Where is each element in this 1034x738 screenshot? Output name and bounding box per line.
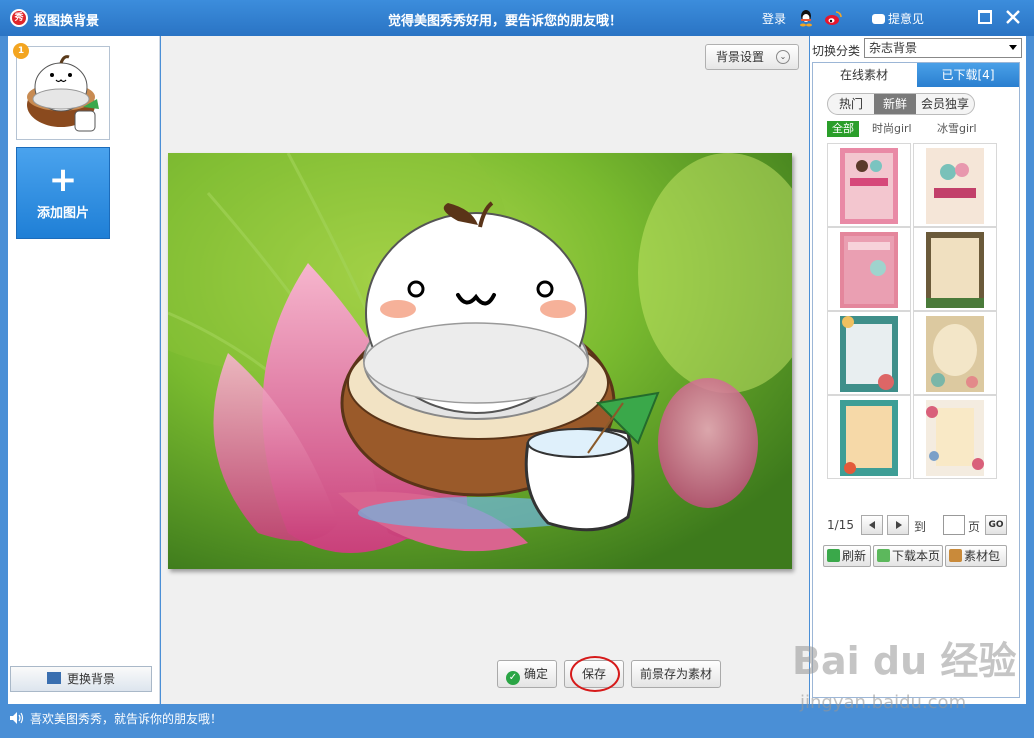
- page-number-input[interactable]: [943, 515, 965, 535]
- package-icon: [949, 549, 962, 562]
- refresh-button[interactable]: 刷新: [823, 545, 871, 567]
- go-button[interactable]: GO: [985, 515, 1007, 535]
- slogan-text: 觉得美图秀秀好用，要告诉您的朋友哦！: [387, 14, 622, 29]
- material-package-button[interactable]: 素材包: [945, 545, 1007, 567]
- material-thumbnail[interactable]: [827, 143, 911, 227]
- chat-bubble-icon: [872, 14, 885, 24]
- material-thumbnail[interactable]: [913, 311, 997, 395]
- material-subtabs: 热门 新鲜 会员独享: [827, 93, 975, 115]
- floral-teal-card: [840, 316, 898, 392]
- category-label: 切换分类: [812, 44, 861, 58]
- chevron-right-icon: [896, 521, 902, 529]
- change-background-button[interactable]: 更换背景: [10, 666, 152, 692]
- lotus-background-with-coconut-character: [168, 153, 792, 569]
- feedback-label: 提意见: [888, 12, 925, 26]
- plus-icon: +: [48, 160, 78, 200]
- download-icon: [877, 549, 890, 562]
- page-indicator: 1/15: [827, 518, 854, 532]
- chevron-left-icon: [869, 521, 875, 529]
- subtab-vip[interactable]: 会员独享: [916, 94, 974, 114]
- coconut-character-thumbnail: [27, 55, 99, 132]
- download-page-button[interactable]: 下载本页: [873, 545, 943, 567]
- picture-icon: [46, 672, 61, 684]
- image-list-panel: 1 + 添加图片 更换背景: [8, 36, 160, 704]
- close-button[interactable]: [1006, 10, 1020, 24]
- filter-fashion-girl[interactable]: 时尚girl: [872, 121, 912, 137]
- download-page-label: 下载本页: [892, 549, 941, 563]
- feedback-link[interactable]: 提意见: [872, 10, 924, 27]
- material-thumbnail[interactable]: [827, 227, 911, 311]
- vintage-frame-card: [926, 232, 984, 308]
- subtab-hot[interactable]: 热门: [828, 94, 874, 114]
- ice-cream-cream-card: [926, 148, 984, 224]
- title-bar: 秀 抠图换背景 觉得美图秀秀好用，要告诉您的朋友哦！ 登录 提意见: [0, 0, 1034, 36]
- dropdown-arrow-icon: [1009, 45, 1017, 50]
- maximize-button[interactable]: [978, 10, 992, 24]
- refresh-icon: [827, 549, 840, 562]
- material-package-label: 素材包: [964, 549, 1001, 563]
- orange-teal-card: [840, 400, 898, 476]
- ice-cream-pink-card: [840, 148, 898, 224]
- image-thumbnail[interactable]: 1: [13, 43, 110, 140]
- delicious-pink-card: [840, 232, 898, 308]
- background-settings-label: 背景设置: [716, 50, 765, 64]
- flower-border-card: [926, 400, 984, 476]
- oval-beige-card: [926, 316, 984, 392]
- filter-all[interactable]: 全部: [827, 121, 859, 137]
- material-box: 在线素材 已下载[4] 热门 新鲜 会员独享 全部 时尚girl 冰雪girl: [812, 62, 1020, 698]
- background-settings-button[interactable]: 背景设置 ⌄: [705, 44, 799, 70]
- save-button[interactable]: 保存: [564, 660, 624, 688]
- filter-ice-girl[interactable]: 冰雪girl: [937, 121, 977, 137]
- material-thumbnail[interactable]: [913, 227, 997, 311]
- tab-online-materials[interactable]: 在线素材: [813, 63, 915, 87]
- change-background-label: 更换背景: [66, 672, 115, 686]
- image-canvas[interactable]: [168, 153, 792, 569]
- page-unit-label: 页: [968, 520, 981, 534]
- material-grid: [827, 143, 997, 479]
- material-thumbnail[interactable]: [827, 395, 911, 479]
- qq-icon[interactable]: [798, 9, 814, 27]
- check-icon: ✓: [505, 671, 520, 685]
- tab-downloaded[interactable]: 已下载[4]: [917, 63, 1019, 87]
- material-thumbnail[interactable]: [913, 143, 997, 227]
- thumbnail-number-badge: 1: [13, 43, 29, 59]
- speaker-icon: [10, 712, 24, 724]
- weibo-icon[interactable]: [824, 10, 842, 26]
- material-thumbnail[interactable]: [827, 311, 911, 395]
- confirm-button[interactable]: ✓ 确定: [497, 660, 557, 688]
- add-image-label: 添加图片: [36, 206, 89, 221]
- chevron-down-icon: ⌄: [776, 50, 790, 64]
- pagination: 1/15 到 页 GO: [827, 515, 1017, 537]
- material-thumbnail[interactable]: [913, 395, 997, 479]
- category-value: 杂志背景: [869, 41, 918, 55]
- status-text: 喜欢美图秀秀，就告诉你的朋友哦！: [30, 712, 223, 726]
- save-foreground-button[interactable]: 前景存为素材: [631, 660, 721, 688]
- add-image-button[interactable]: + 添加图片: [16, 147, 110, 239]
- next-page-button[interactable]: [887, 515, 909, 535]
- subtab-new[interactable]: 新鲜: [874, 94, 916, 114]
- refresh-label: 刷新: [842, 549, 867, 563]
- goto-label: 到: [914, 520, 927, 534]
- editor-area: 背景设置 ⌄ ✓ 确定 保存 前景存为素材: [161, 36, 809, 704]
- confirm-label: 确定: [523, 667, 548, 681]
- material-panel: 切换分类 杂志背景 在线素材 已下载[4] 热门 新鲜 会员独享 全部 时尚gi…: [810, 36, 1026, 704]
- category-select[interactable]: 杂志背景: [864, 38, 1022, 58]
- status-bar: 喜欢美图秀秀，就告诉你的朋友哦！: [0, 704, 1034, 738]
- prev-page-button[interactable]: [861, 515, 883, 535]
- login-link[interactable]: 登录: [762, 10, 786, 27]
